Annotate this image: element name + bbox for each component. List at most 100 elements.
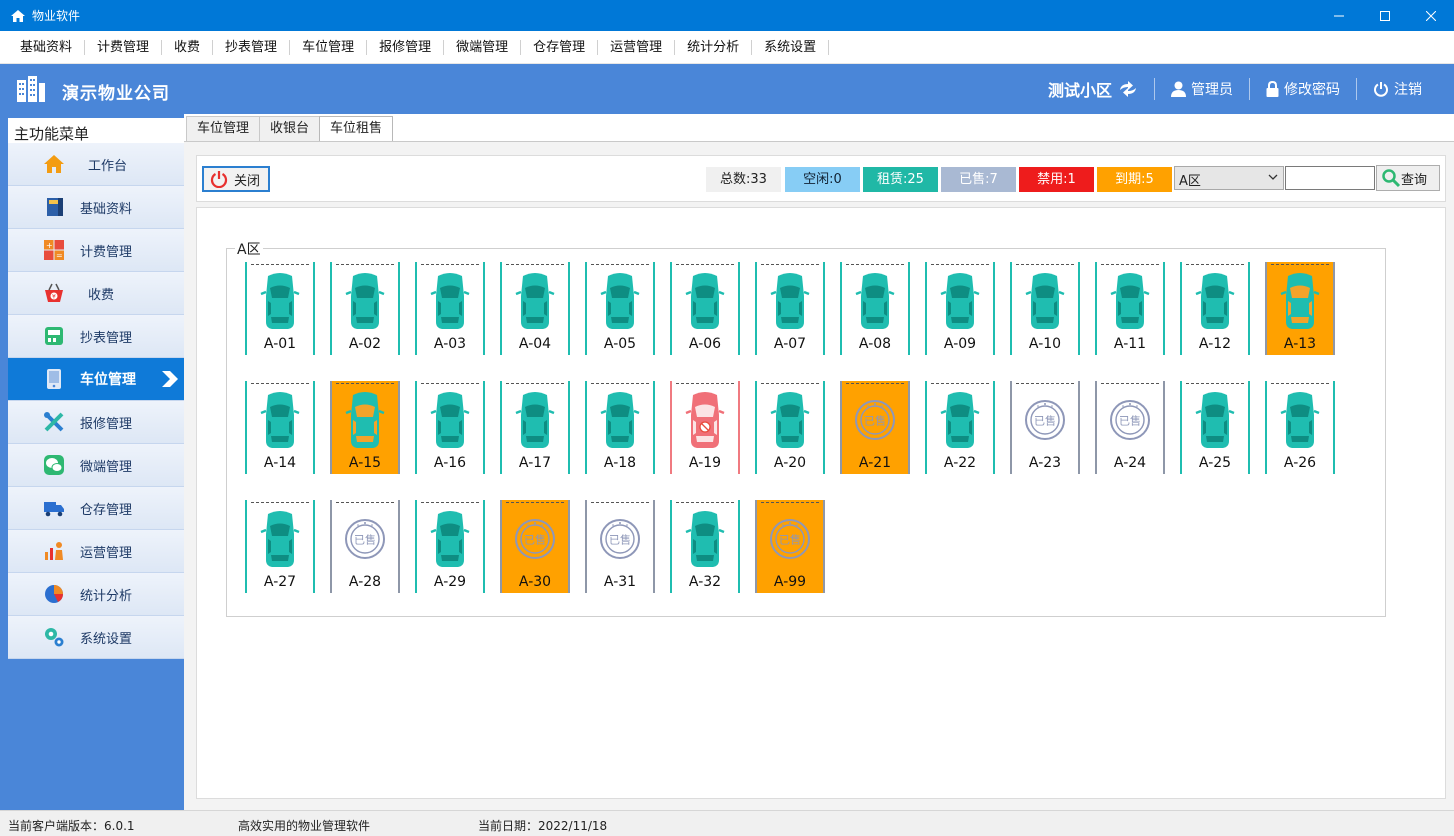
sidebar-item-warehouse[interactable]: 仓存管理 <box>8 487 184 530</box>
car-icon <box>429 389 471 451</box>
parking-slot[interactable]: A-27 <box>245 500 315 593</box>
slot-top-line <box>591 264 649 265</box>
slot-label: A-27 <box>263 574 297 590</box>
menu-micro[interactable]: 微端管理 <box>444 39 522 55</box>
menu-statistics[interactable]: 统计分析 <box>675 39 753 55</box>
sidebar-item-workbench[interactable]: 工作台 <box>8 143 184 186</box>
search-input[interactable] <box>1285 166 1375 190</box>
parking-slot[interactable]: A-15 <box>330 381 400 474</box>
parking-slot[interactable]: A-04 <box>500 262 570 355</box>
sidebar-item-charge[interactable]: ¥ 收费 <box>8 272 184 315</box>
slot-top-line <box>421 264 479 265</box>
car-icon <box>599 389 641 451</box>
parking-slot[interactable]: 已售 A-99 <box>755 500 825 593</box>
close-button[interactable]: 关闭 <box>202 166 270 192</box>
slot-label: A-20 <box>773 455 807 471</box>
parking-slot[interactable]: A-18 <box>585 381 655 474</box>
logout-link[interactable]: 注销 <box>1356 78 1438 100</box>
parking-slot[interactable]: 已售 A-31 <box>585 500 655 593</box>
parking-slot[interactable]: 已售 A-24 <box>1095 381 1165 474</box>
menu-basic-data[interactable]: 基础资料 <box>8 39 86 55</box>
parking-slot[interactable]: A-13 <box>1265 262 1335 355</box>
gears-icon <box>45 628 64 647</box>
menu-warehouse[interactable]: 仓存管理 <box>521 39 599 55</box>
parking-slot[interactable]: A-20 <box>755 381 825 474</box>
menu-billing[interactable]: 计费管理 <box>85 39 163 55</box>
switch-arrows-icon <box>1120 81 1136 97</box>
sidebar-item-billing[interactable]: + = 计费管理 <box>8 229 184 272</box>
query-button[interactable]: 查询 <box>1376 165 1440 191</box>
meter-icon <box>45 327 63 345</box>
tab-parking-management[interactable]: 车位管理 <box>186 116 261 141</box>
sidebar-item-micro[interactable]: 微端管理 <box>8 444 184 487</box>
parking-slot[interactable]: A-22 <box>925 381 995 474</box>
slot-top-line <box>676 383 734 384</box>
parking-slot[interactable]: A-06 <box>670 262 740 355</box>
zone-select[interactable]: A区 <box>1174 166 1284 190</box>
slot-top-line <box>421 383 479 384</box>
menu-parking[interactable]: 车位管理 <box>290 39 368 55</box>
parking-slot[interactable]: 已售 A-28 <box>330 500 400 593</box>
sidebar-item-basic-data[interactable]: 基础资料 <box>8 186 184 229</box>
chevron-right-icon <box>162 371 178 387</box>
change-password-link[interactable]: 修改密码 <box>1249 78 1356 100</box>
sold-stamp-icon: 已售 <box>514 508 556 570</box>
sidebar-item-statistics[interactable]: 统计分析 <box>8 573 184 616</box>
parking-slot[interactable]: A-02 <box>330 262 400 355</box>
sold-stamp-icon: 已售 <box>854 389 896 451</box>
parking-slot[interactable]: A-25 <box>1180 381 1250 474</box>
parking-slot[interactable]: A-32 <box>670 500 740 593</box>
sidebar-item-repair[interactable]: 报修管理 <box>8 401 184 444</box>
menu-operation[interactable]: 运营管理 <box>598 39 676 55</box>
slot-top-line <box>336 383 394 384</box>
svg-text:已售: 已售 <box>354 533 376 547</box>
parking-slot[interactable]: A-01 <box>245 262 315 355</box>
parking-slot[interactable]: A-07 <box>755 262 825 355</box>
parking-slot[interactable]: A-09 <box>925 262 995 355</box>
tab-parking-rent-sale[interactable]: 车位租售 <box>319 116 394 141</box>
area-group: A区 A-01 A-02 A-03 A-04 A-05 A-06 A-07 A-08 A-09 A… <box>226 239 1386 617</box>
slot-top-line <box>676 264 734 265</box>
parking-slot[interactable]: A-26 <box>1265 381 1335 474</box>
parking-slot[interactable]: A-03 <box>415 262 485 355</box>
tab-cashier[interactable]: 收银台 <box>259 116 321 141</box>
parking-slot[interactable]: A-16 <box>415 381 485 474</box>
car-icon <box>259 389 301 451</box>
sidebar-item-meter[interactable]: 抄表管理 <box>8 315 184 358</box>
svg-text:已售: 已售 <box>864 414 886 428</box>
menu-settings[interactable]: 系统设置 <box>752 39 830 55</box>
sidebar-item-parking[interactable]: 车位管理 <box>8 358 184 401</box>
slot-top-line <box>1016 264 1074 265</box>
parking-slot[interactable]: 已售 A-23 <box>1010 381 1080 474</box>
sidebar-item-settings[interactable]: 系统设置 <box>8 616 184 659</box>
stat-ban: 禁用:1 <box>1019 167 1094 192</box>
user-name: 管理员 <box>1191 82 1233 98</box>
parking-slot[interactable]: A-14 <box>245 381 315 474</box>
toolbar: 关闭 总数:33 空闲:0 租赁:25 已售:7 禁用:1 到期:5 A区 查询 <box>196 155 1446 202</box>
menu-meter[interactable]: 抄表管理 <box>213 39 291 55</box>
parking-slot[interactable]: A-11 <box>1095 262 1165 355</box>
minimize-button[interactable] <box>1316 0 1362 31</box>
sidebar-item-operation[interactable]: 运营管理 <box>8 530 184 573</box>
car-icon <box>1024 270 1066 332</box>
parking-slot[interactable]: 已售 A-30 <box>500 500 570 593</box>
menu-charge[interactable]: 收费 <box>162 39 214 55</box>
close-window-button[interactable] <box>1408 0 1454 31</box>
parking-slot[interactable]: A-10 <box>1010 262 1080 355</box>
parking-slot[interactable]: A-17 <box>500 381 570 474</box>
community-switch[interactable]: 测试小区 <box>1032 78 1154 100</box>
parking-slot[interactable]: A-05 <box>585 262 655 355</box>
car-icon <box>684 508 726 570</box>
menu-repair[interactable]: 报修管理 <box>367 39 445 55</box>
parking-slot[interactable]: 已售 A-21 <box>840 381 910 474</box>
parking-slot[interactable]: A-08 <box>840 262 910 355</box>
stat-expire: 到期:5 <box>1097 167 1172 192</box>
parking-slot[interactable]: A-12 <box>1180 262 1250 355</box>
parking-slot[interactable]: A-19 <box>670 381 740 474</box>
parking-slot[interactable]: A-29 <box>415 500 485 593</box>
user-icon <box>1171 81 1186 97</box>
maximize-button[interactable] <box>1362 0 1408 31</box>
user-menu[interactable]: 管理员 <box>1154 78 1249 100</box>
wechat-icon <box>44 455 64 475</box>
stat-total: 总数:33 <box>706 167 781 192</box>
